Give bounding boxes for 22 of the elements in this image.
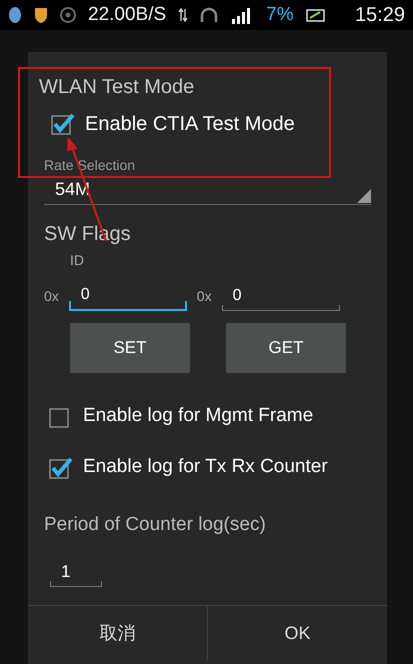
dropdown-corner-icon	[357, 189, 371, 203]
data-arrows-icon	[178, 8, 188, 22]
hex-prefix: 0x	[196, 287, 212, 306]
checkbox-label: Enable log for Mgmt Frame	[83, 404, 314, 428]
checked-checkbox-icon[interactable]	[50, 112, 76, 136]
checkbox-label: Enable CTIA Test Mode	[85, 112, 295, 137]
network-speed: 22.00B/S	[88, 2, 166, 27]
clock: 15:29	[354, 3, 405, 28]
field-label: ID	[70, 252, 84, 268]
battery-percent: 7%	[266, 2, 294, 27]
checked-checkbox-icon[interactable]	[48, 456, 74, 480]
dialog-button[interactable]: OK	[207, 606, 387, 660]
action-button[interactable]: GET	[226, 323, 346, 373]
dialog-title: WLAN Test Mode	[39, 76, 194, 98]
battery-icon	[306, 8, 326, 22]
action-button[interactable]: SET	[70, 323, 190, 373]
circle-icon	[60, 7, 76, 23]
hex-prefix: 0x	[44, 287, 59, 306]
checkbox-label: Enable log for Tx Rx Counter	[83, 455, 328, 480]
dialog-button[interactable]: 取消	[28, 606, 207, 660]
field-label: Period of Counter log(sec)	[44, 514, 266, 535]
shield-icon	[34, 6, 48, 24]
